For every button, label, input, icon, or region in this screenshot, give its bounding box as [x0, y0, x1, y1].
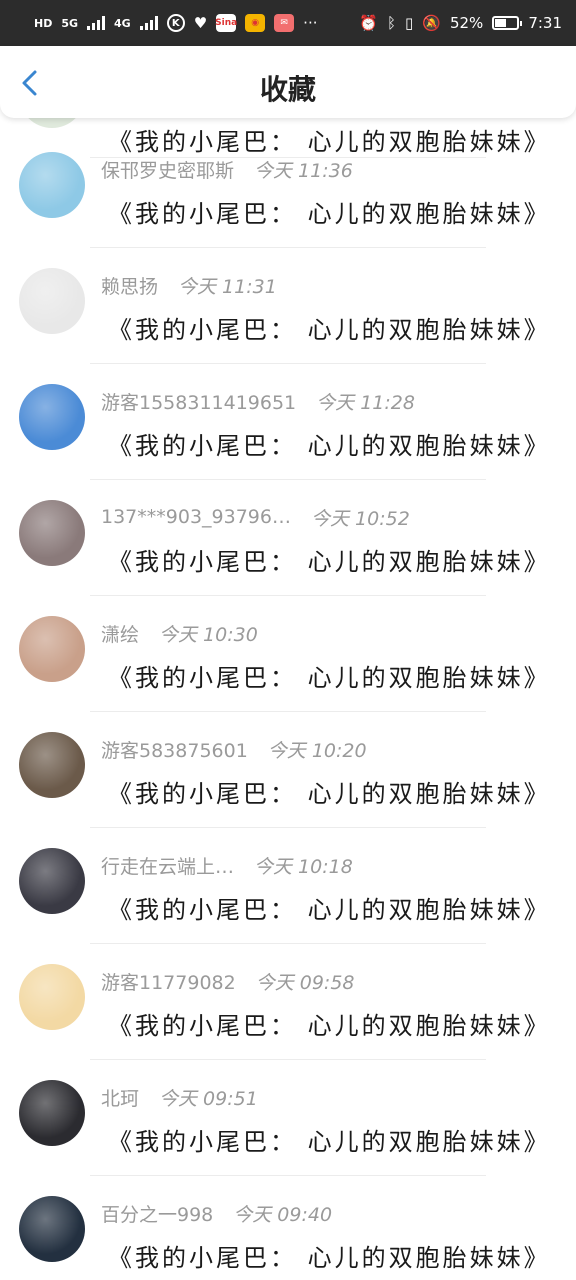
- book-title[interactable]: 《我的小尾巴： 心儿的双胞胎妹妹》: [108, 774, 551, 809]
- avatar[interactable]: [19, 500, 85, 566]
- username[interactable]: 游客583875601: [101, 736, 248, 763]
- item-meta: 游客11779082 今天 09:58: [101, 968, 355, 994]
- avatar[interactable]: [19, 616, 85, 682]
- timestamp: 今天 11:28: [316, 391, 415, 414]
- avatar[interactable]: [19, 964, 85, 1030]
- book-title[interactable]: 《我的小尾巴： 心儿的双胞胎妹妹》: [108, 542, 551, 577]
- timestamp: 今天 11:31: [178, 275, 277, 298]
- item-meta: 保邗罗史密耶斯 今天 11:36: [101, 156, 353, 182]
- book-title[interactable]: 《我的小尾巴： 心儿的双胞胎妹妹》: [108, 194, 551, 229]
- avatar[interactable]: [19, 384, 85, 450]
- item-meta: 行走在云端上… 今天 10:18: [101, 852, 353, 878]
- avatar[interactable]: [19, 1080, 85, 1146]
- book-title[interactable]: 《我的小尾巴： 心儿的双胞胎妹妹》: [108, 890, 551, 925]
- username[interactable]: 游客11779082: [101, 968, 236, 995]
- item-meta: 游客1558311419651 今天 11:28: [101, 388, 415, 414]
- app-header: 收藏: [0, 46, 576, 118]
- item-meta: 北珂 今天 09:51: [101, 1084, 258, 1110]
- avatar[interactable]: [19, 1196, 85, 1262]
- username[interactable]: 潇绘: [101, 620, 139, 647]
- timestamp: 今天 09:51: [159, 1087, 258, 1110]
- book-title[interactable]: 《我的小尾巴： 心儿的双胞胎妹妹》: [108, 1238, 551, 1273]
- timestamp: 今天 10:30: [159, 623, 258, 646]
- username[interactable]: 百分之一998: [101, 1200, 213, 1227]
- username[interactable]: 赖思扬: [101, 272, 158, 299]
- avatar[interactable]: [19, 268, 85, 334]
- list-item[interactable]: 北珂 今天 09:51 《我的小尾巴： 心儿的双胞胎妹妹》: [0, 1060, 576, 1176]
- list-item[interactable]: 行走在云端上… 今天 10:18 《我的小尾巴： 心儿的双胞胎妹妹》: [0, 828, 576, 944]
- list-item[interactable]: 游客1558311419651 今天 11:28 《我的小尾巴： 心儿的双胞胎妹妹》: [0, 364, 576, 480]
- book-title[interactable]: 《我的小尾巴： 心儿的双胞胎妹妹》: [108, 426, 551, 461]
- book-title[interactable]: 《我的小尾巴： 心儿的双胞胎妹妹》: [108, 1006, 551, 1041]
- timestamp: 今天 09:40: [233, 1203, 333, 1226]
- username[interactable]: 保邗罗史密耶斯: [101, 156, 234, 183]
- avatar[interactable]: [19, 152, 85, 218]
- timestamp: 今天 11:36: [254, 159, 353, 182]
- book-title[interactable]: 《我的小尾巴： 心儿的双胞胎妹妹》: [108, 1122, 551, 1157]
- page-title: 收藏: [259, 73, 316, 106]
- item-meta: 百分之一998 今天 09:40: [101, 1200, 332, 1226]
- timestamp: 今天 10:18: [254, 855, 353, 878]
- username[interactable]: 游客1558311419651: [101, 388, 296, 415]
- avatar[interactable]: [19, 732, 85, 798]
- list-item[interactable]: 137***903_93796… 今天 10:52 《我的小尾巴： 心儿的双胞胎妹妹…: [0, 480, 576, 596]
- timestamp: 今天 10:52: [310, 507, 410, 530]
- item-meta: 赖思扬 今天 11:31: [101, 272, 277, 298]
- item-meta: 游客583875601 今天 10:20: [101, 736, 367, 762]
- book-title[interactable]: 《我的小尾巴： 心儿的双胞胎妹妹》: [108, 310, 551, 345]
- list-item[interactable]: 百分之一998 今天 09:40 《我的小尾巴： 心儿的双胞胎妹妹》: [0, 1176, 576, 1280]
- timestamp: 今天 09:58: [255, 971, 355, 994]
- username[interactable]: 137***903_93796…: [101, 506, 291, 528]
- username[interactable]: 行走在云端上…: [101, 852, 234, 879]
- timestamp: 今天 10:20: [267, 739, 367, 762]
- book-title[interactable]: 《我的小尾巴： 心儿的双胞胎妹妹》: [108, 658, 551, 693]
- avatar[interactable]: [19, 848, 85, 914]
- list-item[interactable]: 潇绘 今天 10:30 《我的小尾巴： 心儿的双胞胎妹妹》: [0, 596, 576, 712]
- item-meta: 137***903_93796… 今天 10:52: [101, 504, 410, 530]
- item-meta: 潇绘 今天 10:30: [101, 620, 258, 646]
- favorites-list: 《我的小尾巴： 心儿的双胞胎妹妹》 保邗罗史密耶斯 今天 11:36 《我的小尾巴： …: [0, 0, 576, 1280]
- list-item[interactable]: 游客583875601 今天 10:20 《我的小尾巴： 心儿的双胞胎妹妹》: [0, 712, 576, 828]
- list-item[interactable]: 游客11779082 今天 09:58 《我的小尾巴： 心儿的双胞胎妹妹》: [0, 944, 576, 1060]
- username[interactable]: 北珂: [101, 1084, 139, 1111]
- list-item[interactable]: 保邗罗史密耶斯 今天 11:36 《我的小尾巴： 心儿的双胞胎妹妹》: [0, 132, 576, 248]
- list-item[interactable]: 赖思扬 今天 11:31 《我的小尾巴： 心儿的双胞胎妹妹》: [0, 248, 576, 364]
